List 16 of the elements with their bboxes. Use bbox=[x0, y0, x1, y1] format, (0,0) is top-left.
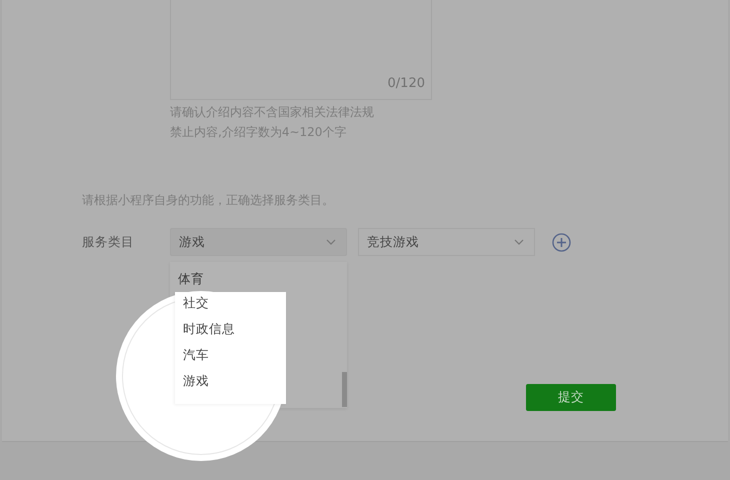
chevron-down-icon bbox=[514, 239, 524, 245]
dropdown-option[interactable]: 社交 bbox=[183, 294, 235, 320]
chevron-down-icon bbox=[326, 239, 336, 245]
dropdown-option[interactable]: 汽车 bbox=[183, 346, 235, 372]
subcategory-select[interactable]: 竞技游戏 bbox=[358, 228, 535, 256]
submit-button[interactable]: 提交 bbox=[526, 384, 616, 411]
field-label: 服务类目 bbox=[82, 234, 135, 250]
add-icon[interactable] bbox=[552, 232, 571, 252]
scrollbar-thumb[interactable] bbox=[342, 372, 347, 407]
select-value: 游戏 bbox=[179, 234, 205, 250]
category-select[interactable]: 游戏 bbox=[170, 228, 347, 256]
select-value: 竞技游戏 bbox=[367, 234, 419, 250]
dropdown-option[interactable]: 体育 bbox=[178, 270, 235, 294]
character-counter: 0/120 bbox=[388, 76, 425, 91]
dropdown-option[interactable]: 时政信息 bbox=[183, 320, 235, 346]
dropdown-option[interactable]: 游戏 bbox=[183, 372, 235, 398]
